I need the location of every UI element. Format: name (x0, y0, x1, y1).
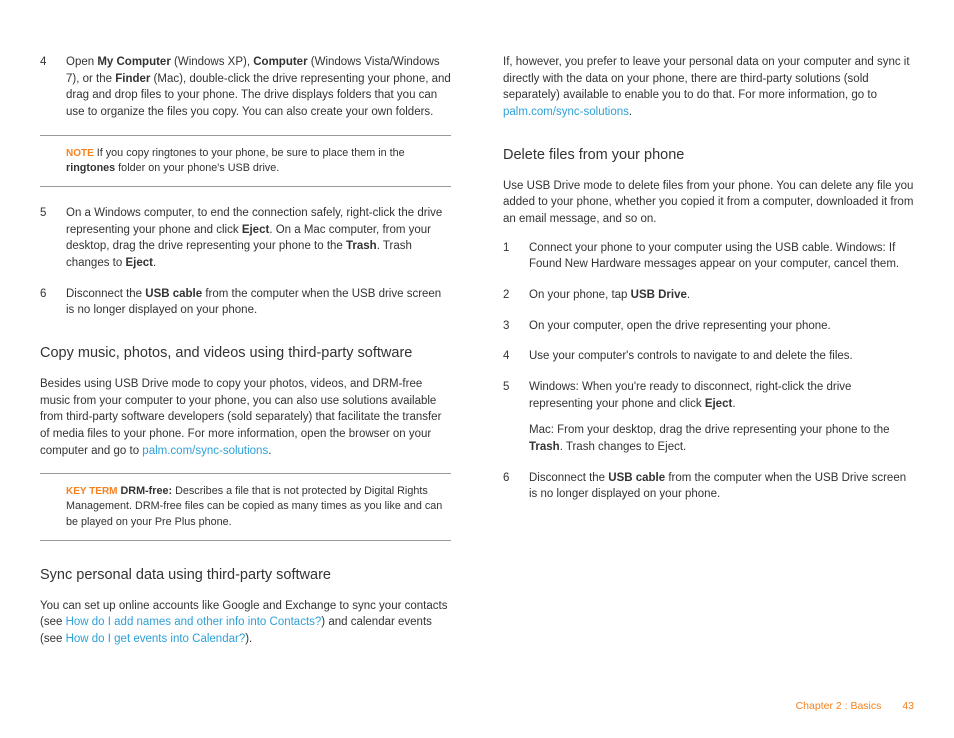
step-body: Use your computer's controls to navigate… (529, 348, 914, 365)
step-number: 5 (40, 205, 66, 272)
bold: DRM-free: (121, 485, 173, 497)
bold: USB Drive (631, 289, 687, 301)
step-5: 5 Windows: When you're ready to disconne… (503, 379, 914, 456)
step-1: 1 Connect your phone to your computer us… (503, 240, 914, 273)
text: folder on your phone's USB drive. (115, 162, 279, 174)
paragraph: You can set up online accounts like Goog… (40, 598, 451, 648)
step-number: 6 (503, 470, 529, 503)
step-body: On your phone, tap USB Drive. (529, 287, 914, 304)
text: If you copy ringtones to your phone, be … (94, 147, 405, 159)
heading-copy-media: Copy music, photos, and videos using thi… (40, 343, 451, 364)
bold: Eject (705, 398, 733, 410)
text: Windows: When you're ready to disconnect… (529, 381, 851, 410)
text: . (732, 398, 735, 410)
link-sync-solutions[interactable]: palm.com/sync-solutions (142, 445, 268, 457)
key-term-callout: KEY TERM DRM-free: Describes a file that… (40, 473, 451, 540)
text: On your phone, tap (529, 289, 631, 301)
text: (Windows XP), (171, 56, 253, 68)
step-number: 2 (503, 287, 529, 304)
link-calendar-help[interactable]: How do I get events into Calendar? (66, 633, 246, 645)
left-column: 4 Open My Computer (Windows XP), Compute… (40, 54, 451, 660)
step-6: 6 Disconnect the USB cable from the comp… (40, 286, 451, 319)
paragraph: Use USB Drive mode to delete files from … (503, 178, 914, 228)
step-4: 4 Use your computer's controls to naviga… (503, 348, 914, 365)
bold: Finder (115, 73, 150, 85)
text: . (153, 257, 156, 269)
step-body: Connect your phone to your computer usin… (529, 240, 914, 273)
paragraph: Besides using USB Drive mode to copy you… (40, 376, 451, 459)
text: . (687, 289, 690, 301)
step-body: On your computer, open the drive represe… (529, 318, 914, 335)
page-number: 43 (902, 700, 914, 712)
link-contacts-help[interactable]: How do I add names and other info into C… (66, 616, 322, 628)
bold: Eject (242, 224, 270, 236)
step-body: On a Windows computer, to end the connec… (66, 205, 451, 272)
bold: Eject (125, 257, 153, 269)
paragraph: If, however, you prefer to leave your pe… (503, 54, 914, 121)
text: Mac: From your desktop, drag the drive r… (529, 424, 890, 436)
text: Disconnect the (529, 472, 608, 484)
two-column-layout: 4 Open My Computer (Windows XP), Compute… (40, 54, 914, 660)
step-body: Disconnect the USB cable from the comput… (66, 286, 451, 319)
step-4: 4 Open My Computer (Windows XP), Compute… (40, 54, 451, 121)
step-number: 5 (503, 379, 529, 456)
text: . Trash changes to Eject. (560, 441, 687, 453)
bold: USB cable (145, 288, 202, 300)
step-body: Disconnect the USB cable from the comput… (529, 470, 914, 503)
step-number: 4 (40, 54, 66, 121)
text: Disconnect the (66, 288, 145, 300)
bold: ringtones (66, 162, 115, 174)
step-6: 6 Disconnect the USB cable from the comp… (503, 470, 914, 503)
page-footer: Chapter 2 : Basics 43 (796, 699, 914, 714)
step-3: 3 On your computer, open the drive repre… (503, 318, 914, 335)
step-body: Open My Computer (Windows XP), Computer … (66, 54, 451, 121)
step-body: Windows: When you're ready to disconnect… (529, 379, 914, 456)
text: . (629, 106, 632, 118)
step-number: 6 (40, 286, 66, 319)
heading-sync-data: Sync personal data using third-party sof… (40, 565, 451, 586)
heading-delete-files: Delete files from your phone (503, 145, 914, 166)
chapter-label: Chapter 2 : Basics (796, 700, 882, 712)
key-term-label: KEY TERM (66, 486, 118, 497)
step-5: 5 On a Windows computer, to end the conn… (40, 205, 451, 272)
note-label: NOTE (66, 148, 94, 159)
bold: Computer (253, 56, 307, 68)
text: . (268, 445, 271, 457)
text: Open (66, 56, 97, 68)
bold: USB cable (608, 472, 665, 484)
text: If, however, you prefer to leave your pe… (503, 56, 910, 101)
right-column: If, however, you prefer to leave your pe… (503, 54, 914, 660)
step-number: 4 (503, 348, 529, 365)
step-2: 2 On your phone, tap USB Drive. (503, 287, 914, 304)
note-callout: NOTE If you copy ringtones to your phone… (40, 135, 451, 187)
text: ). (245, 633, 252, 645)
step-number: 1 (503, 240, 529, 273)
bold: Trash (346, 240, 377, 252)
step-number: 3 (503, 318, 529, 335)
link-sync-solutions[interactable]: palm.com/sync-solutions (503, 106, 629, 118)
bold: Trash (529, 441, 560, 453)
bold: My Computer (97, 56, 170, 68)
